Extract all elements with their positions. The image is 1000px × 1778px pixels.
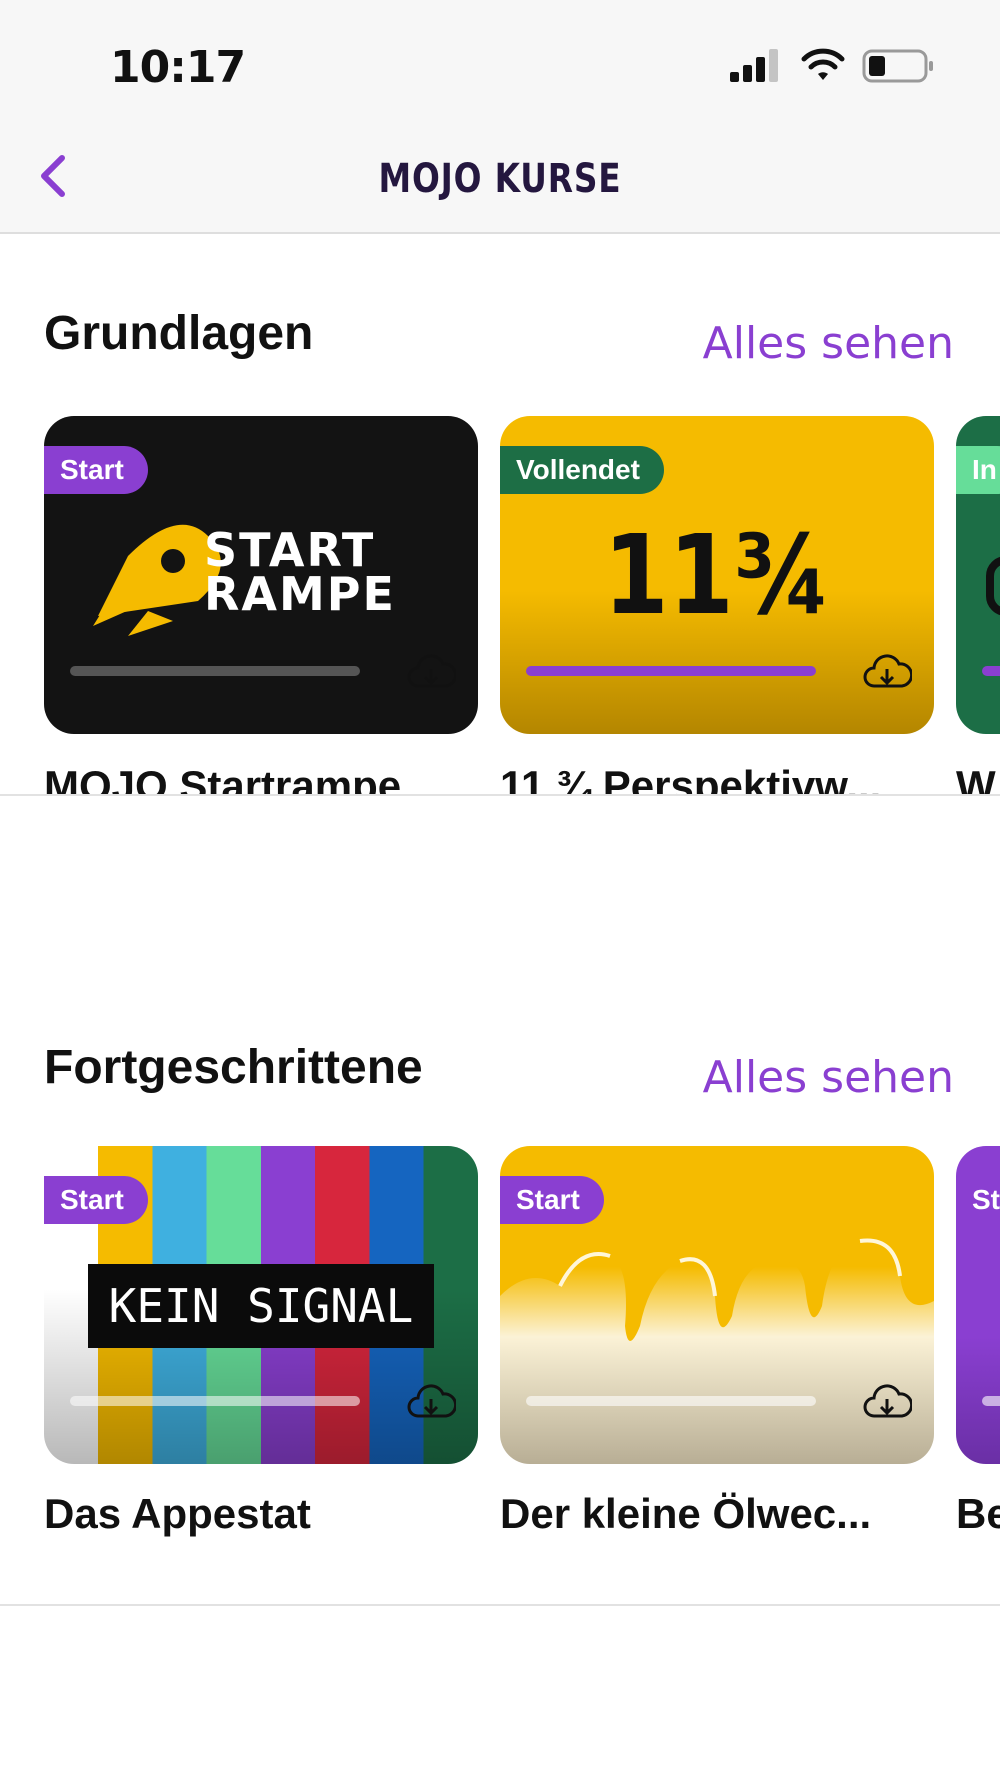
course-title[interactable]: Das Appestat — [44, 1490, 478, 1538]
status-bar: 10:17 — [0, 0, 1000, 130]
progress-bar — [70, 666, 360, 676]
course-art — [986, 556, 1000, 616]
navigation-bar: MOJO KURSE — [0, 130, 1000, 234]
progress-bar — [526, 666, 816, 676]
section-title: Grundlagen — [44, 307, 314, 360]
course-art-text: KEIN SIGNAL — [88, 1264, 434, 1348]
course-title[interactable]: MOJO Startrampe — [44, 762, 478, 794]
progress-bar — [70, 1396, 360, 1406]
course-card-appestat[interactable]: KEIN SIGNAL Start — [44, 1146, 478, 1464]
status-badge: Start — [44, 1176, 148, 1224]
course-art-text: START RAMPE — [204, 523, 396, 621]
dripping-oil-illustration — [500, 1226, 934, 1341]
status-badge: In — [956, 446, 1000, 494]
course-card-startrampe[interactable]: START RAMPE Start — [44, 416, 478, 734]
course-card-oelwechsel[interactable]: Start — [500, 1146, 934, 1464]
course-art-text: 11¾ — [603, 511, 831, 639]
section-title: Fortgeschrittene — [44, 1041, 423, 1094]
download-cloud-icon[interactable] — [862, 1382, 912, 1422]
course-card-11-3-4[interactable]: 11¾ Vollendet — [500, 416, 934, 734]
course-card-partial[interactable]: St — [956, 1146, 1000, 1464]
status-badge: St — [956, 1176, 1000, 1224]
progress-bar — [982, 666, 1000, 676]
download-cloud-icon[interactable] — [406, 652, 456, 692]
download-cloud-icon[interactable] — [406, 1382, 456, 1422]
wifi-icon — [801, 48, 845, 80]
status-badge: Start — [500, 1176, 604, 1224]
course-title[interactable]: W — [956, 762, 1000, 794]
course-title[interactable]: Be — [956, 1490, 1000, 1538]
section-fortgeschrittene: Fortgeschrittene Alles sehen KEIN SIGNAL… — [0, 966, 1000, 1606]
status-badge: Start — [44, 446, 148, 494]
page-title: MOJO KURSE — [378, 156, 622, 202]
status-time: 10:17 — [110, 42, 246, 93]
progress-bar — [526, 1396, 816, 1406]
download-cloud-icon[interactable] — [862, 652, 912, 692]
course-title[interactable]: Der kleine Ölwec... — [500, 1490, 934, 1538]
battery-icon — [862, 49, 933, 83]
back-chevron-icon[interactable] — [36, 152, 70, 200]
see-all-link[interactable]: Alles sehen — [703, 318, 954, 369]
section-grundlagen: Grundlagen Alles sehen START RAMPE Start… — [0, 236, 1000, 796]
cellular-signal-icon — [730, 49, 778, 82]
progress-bar — [982, 1396, 1000, 1406]
course-card-partial[interactable]: In — [956, 416, 1000, 734]
course-title[interactable]: 11 ¾ Perspektivw... — [500, 762, 934, 794]
status-badge: Vollendet — [500, 446, 664, 494]
see-all-link[interactable]: Alles sehen — [703, 1052, 954, 1103]
